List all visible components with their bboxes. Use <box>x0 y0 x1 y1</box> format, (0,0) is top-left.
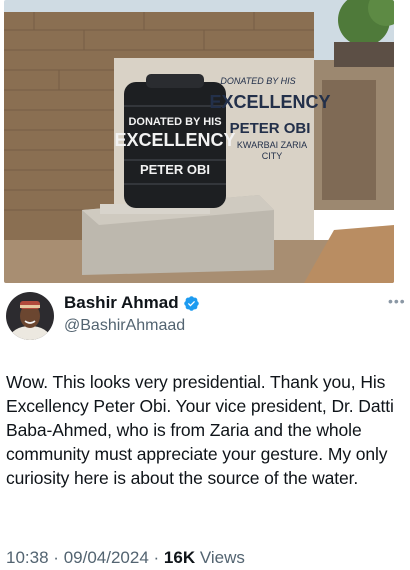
wall-text-line1: DONATED BY HIS <box>220 76 295 86</box>
photo-scene: DONATED BY HIS EXCELLENCY PETER OBI DONA… <box>4 0 394 283</box>
wall-text-line5: CITY <box>262 151 283 161</box>
wall-text-line4: KWARBAI ZARIA <box>237 140 307 150</box>
wall-text-line3: PETER OBI <box>230 120 311 137</box>
more-options-icon[interactable]: ••• <box>388 294 406 308</box>
wall-text-line2: EXCELLENCY <box>209 92 330 112</box>
tweet-photo[interactable]: DONATED BY HIS EXCELLENCY PETER OBI DONA… <box>4 0 394 283</box>
verified-badge-icon <box>183 295 199 311</box>
author-name[interactable]: Bashir Ahmad <box>64 293 200 313</box>
tank-text-line1: DONATED BY HIS <box>128 116 221 128</box>
views-count: 16K <box>163 548 196 567</box>
tweet-time[interactable]: 10:38 <box>6 548 49 567</box>
meta-separator: · <box>153 548 160 567</box>
tweet-date[interactable]: 09/04/2024 <box>64 548 149 567</box>
tweet-text: Wow. This looks very presidential. Thank… <box>6 372 394 488</box>
tank-text-line3: PETER OBI <box>140 162 210 177</box>
author-handle[interactable]: @BashirAhmaad <box>64 317 185 335</box>
author-name-text: Bashir Ahmad <box>64 293 179 312</box>
avatar-image <box>6 292 54 340</box>
avatar[interactable] <box>6 292 54 340</box>
views-label: Views <box>199 548 245 567</box>
tweet-meta: 10:38 · 09/04/2024 · 16K Views <box>6 548 245 568</box>
tank-text-line2: EXCELLENCY <box>114 130 235 150</box>
meta-separator: · <box>53 548 59 567</box>
